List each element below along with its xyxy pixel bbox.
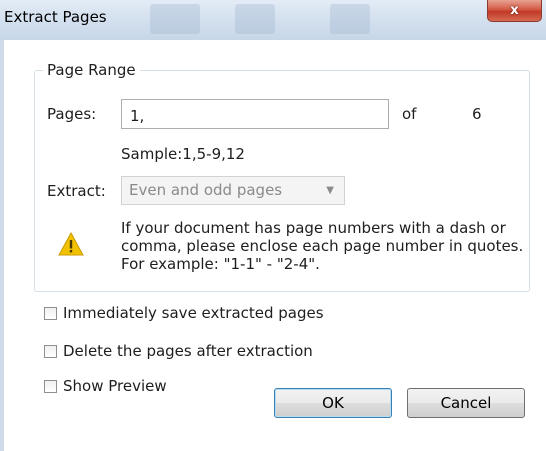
warning-message: If your document has page numbers with a… — [121, 219, 524, 273]
titlebar-background-shape — [150, 4, 200, 34]
title-bar[interactable]: Extract Pages x — [0, 0, 546, 40]
titlebar-background-shape — [235, 4, 275, 34]
save-immediately-label: Immediately save extracted pages — [63, 304, 324, 322]
delete-after-label: Delete the pages after extraction — [63, 342, 313, 360]
of-label: of — [402, 105, 417, 123]
delete-after-option[interactable]: Delete the pages after extraction — [44, 341, 313, 361]
dialog-body: Page Range Pages: of 6 Sample:1,5-9,12 E… — [4, 40, 546, 451]
cancel-button[interactable]: Cancel — [407, 388, 525, 418]
show-preview-option[interactable]: Show Preview — [44, 376, 167, 396]
chevron-down-icon: ▼ — [326, 185, 334, 196]
extract-selected-value: Even and odd pages — [129, 181, 283, 199]
close-button[interactable]: x — [487, 0, 542, 22]
show-preview-checkbox[interactable] — [44, 379, 57, 393]
ok-button[interactable]: OK — [274, 388, 392, 418]
pages-input[interactable] — [121, 99, 389, 129]
pages-label: Pages: — [47, 105, 97, 123]
show-preview-label: Show Preview — [63, 377, 167, 395]
titlebar-background-shape — [330, 4, 370, 34]
page-range-legend: Page Range — [43, 60, 140, 80]
total-pages-value: 6 — [472, 105, 482, 123]
extract-select[interactable]: Even and odd pages ▼ — [121, 176, 345, 205]
save-immediately-checkbox[interactable] — [44, 306, 57, 320]
close-icon: x — [510, 3, 519, 18]
save-immediately-option[interactable]: Immediately save extracted pages — [44, 303, 324, 323]
extract-label: Extract: — [47, 182, 106, 200]
sample-text: Sample:1,5-9,12 — [121, 145, 245, 163]
warning-icon — [58, 232, 84, 256]
window-title: Extract Pages — [4, 8, 107, 26]
delete-after-checkbox[interactable] — [44, 344, 57, 358]
